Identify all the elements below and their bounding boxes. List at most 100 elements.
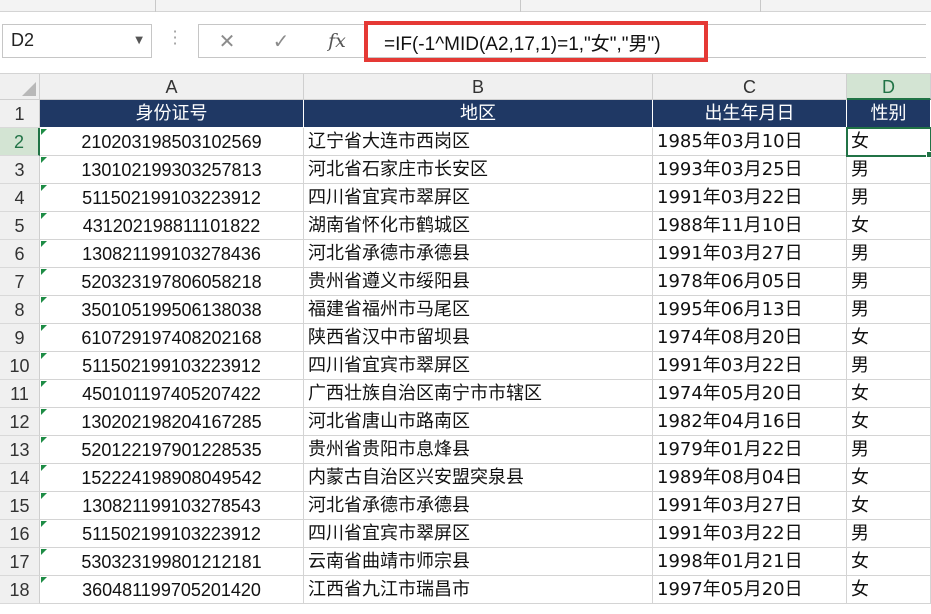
table-cell[interactable]: 130102199303257813 [40, 156, 304, 184]
row-header-6[interactable]: 6 [0, 240, 40, 268]
table-cell[interactable]: 四川省宜宾市翠屏区 [304, 520, 653, 548]
table-cell[interactable]: 男 [847, 240, 931, 268]
table-cell[interactable]: 男 [847, 268, 931, 296]
check-icon[interactable]: ✓ [261, 28, 301, 54]
name-box[interactable]: D2 ▼ [2, 24, 152, 58]
table-cell[interactable]: 女 [847, 576, 931, 604]
table-cell[interactable]: 350105199506138038 [40, 296, 304, 324]
table-cell[interactable]: 1991年03月22日 [653, 520, 847, 548]
table-cell[interactable]: 1974年08月20日 [653, 324, 847, 352]
header-cell[interactable]: 性别 [847, 100, 931, 128]
table-cell[interactable]: 152224198908049542 [40, 464, 304, 492]
insert-function-button[interactable]: fx [317, 28, 357, 54]
table-cell[interactable]: 女 [847, 548, 931, 576]
table-cell[interactable]: 湖南省怀化市鹤城区 [304, 212, 653, 240]
header-cell[interactable]: 地区 [304, 100, 653, 128]
table-cell[interactable]: 1974年05月20日 [653, 380, 847, 408]
table-cell[interactable]: 四川省宜宾市翠屏区 [304, 352, 653, 380]
close-icon[interactable]: ✕ [207, 28, 247, 54]
table-cell[interactable]: 1993年03月25日 [653, 156, 847, 184]
table-cell[interactable]: 1991年03月22日 [653, 352, 847, 380]
row-header-14[interactable]: 14 [0, 464, 40, 492]
table-cell[interactable]: 1991年03月22日 [653, 184, 847, 212]
table-cell[interactable]: 河北省石家庄市长安区 [304, 156, 653, 184]
table-cell[interactable]: 450101197405207422 [40, 380, 304, 408]
table-cell[interactable]: 610729197408202168 [40, 324, 304, 352]
column-header-d[interactable]: D [847, 74, 931, 100]
row-header-8[interactable]: 8 [0, 296, 40, 324]
table-cell[interactable]: 女 [847, 408, 931, 436]
table-cell[interactable]: 江西省九江市瑞昌市 [304, 576, 653, 604]
table-cell[interactable]: 431202198811101822 [40, 212, 304, 240]
select-all-triangle-icon[interactable] [22, 82, 36, 96]
table-cell[interactable]: 贵州省遵义市绥阳县 [304, 268, 653, 296]
row-header-12[interactable]: 12 [0, 408, 40, 436]
table-cell[interactable]: 辽宁省大连市西岗区 [304, 128, 653, 156]
row-header-1[interactable]: 1 [0, 100, 40, 128]
table-cell[interactable]: 1998年01月21日 [653, 548, 847, 576]
row-header-4[interactable]: 4 [0, 184, 40, 212]
fill-handle[interactable] [926, 151, 931, 158]
table-cell[interactable]: 130821199103278543 [40, 492, 304, 520]
row-header-16[interactable]: 16 [0, 520, 40, 548]
table-cell[interactable]: 1991年03月27日 [653, 492, 847, 520]
row-header-9[interactable]: 9 [0, 324, 40, 352]
row-header-2[interactable]: 2 [0, 128, 40, 156]
table-cell[interactable]: 女 [847, 128, 931, 156]
table-cell[interactable]: 1997年05月20日 [653, 576, 847, 604]
table-cell[interactable]: 1985年03月10日 [653, 128, 847, 156]
table-cell[interactable]: 520323197806058218 [40, 268, 304, 296]
column-header-c[interactable]: C [653, 74, 847, 100]
table-cell[interactable]: 1991年03月27日 [653, 240, 847, 268]
column-header-b[interactable]: B [304, 74, 653, 100]
table-cell[interactable]: 1978年06月05日 [653, 268, 847, 296]
table-cell[interactable]: 四川省宜宾市翠屏区 [304, 184, 653, 212]
table-cell[interactable]: 贵州省贵阳市息烽县 [304, 436, 653, 464]
table-cell[interactable]: 女 [847, 380, 931, 408]
table-cell[interactable]: 内蒙古自治区兴安盟突泉县 [304, 464, 653, 492]
select-all-button[interactable] [0, 74, 40, 100]
table-cell[interactable]: 女 [847, 492, 931, 520]
column-header-a[interactable]: A [40, 74, 304, 100]
row-header-10[interactable]: 10 [0, 352, 40, 380]
table-cell[interactable]: 河北省唐山市路南区 [304, 408, 653, 436]
row-header-18[interactable]: 18 [0, 576, 40, 604]
table-cell[interactable]: 530323199801212181 [40, 548, 304, 576]
table-cell[interactable]: 130821199103278436 [40, 240, 304, 268]
chevron-down-icon[interactable]: ▼ [135, 35, 143, 46]
table-cell[interactable]: 福建省福州市马尾区 [304, 296, 653, 324]
table-cell[interactable]: 河北省承德市承德县 [304, 492, 653, 520]
table-cell[interactable]: 男 [847, 296, 931, 324]
table-cell[interactable]: 男 [847, 436, 931, 464]
row-header-17[interactable]: 17 [0, 548, 40, 576]
row-header-5[interactable]: 5 [0, 212, 40, 240]
table-cell[interactable]: 广西壮族自治区南宁市市辖区 [304, 380, 653, 408]
table-cell[interactable]: 女 [847, 464, 931, 492]
row-header-13[interactable]: 13 [0, 436, 40, 464]
table-cell[interactable]: 男 [847, 520, 931, 548]
table-cell[interactable]: 云南省曲靖市师宗县 [304, 548, 653, 576]
more-options-icon[interactable]: · · · [170, 24, 180, 52]
table-cell[interactable]: 511502199103223912 [40, 520, 304, 548]
table-cell[interactable]: 女 [847, 324, 931, 352]
table-cell[interactable]: 210203198503102569 [40, 128, 304, 156]
row-header-3[interactable]: 3 [0, 156, 40, 184]
table-cell[interactable]: 1989年08月04日 [653, 464, 847, 492]
table-cell[interactable]: 511502199103223912 [40, 352, 304, 380]
name-box-value[interactable]: D2 [11, 30, 34, 51]
table-cell[interactable]: 360481199705201420 [40, 576, 304, 604]
table-cell[interactable]: 130202198204167285 [40, 408, 304, 436]
row-header-11[interactable]: 11 [0, 380, 40, 408]
table-cell[interactable]: 女 [847, 212, 931, 240]
table-cell[interactable]: 河北省承德市承德县 [304, 240, 653, 268]
header-cell[interactable]: 出生年月日 [653, 100, 847, 128]
table-cell[interactable]: 陕西省汉中市留坝县 [304, 324, 653, 352]
header-cell[interactable]: 身份证号 [40, 100, 304, 128]
table-cell[interactable]: 1988年11月10日 [653, 212, 847, 240]
row-header-7[interactable]: 7 [0, 268, 40, 296]
table-cell[interactable]: 1995年06月13日 [653, 296, 847, 324]
table-cell[interactable]: 1982年04月16日 [653, 408, 847, 436]
table-cell[interactable]: 1979年01月22日 [653, 436, 847, 464]
row-header-15[interactable]: 15 [0, 492, 40, 520]
table-cell[interactable]: 男 [847, 184, 931, 212]
